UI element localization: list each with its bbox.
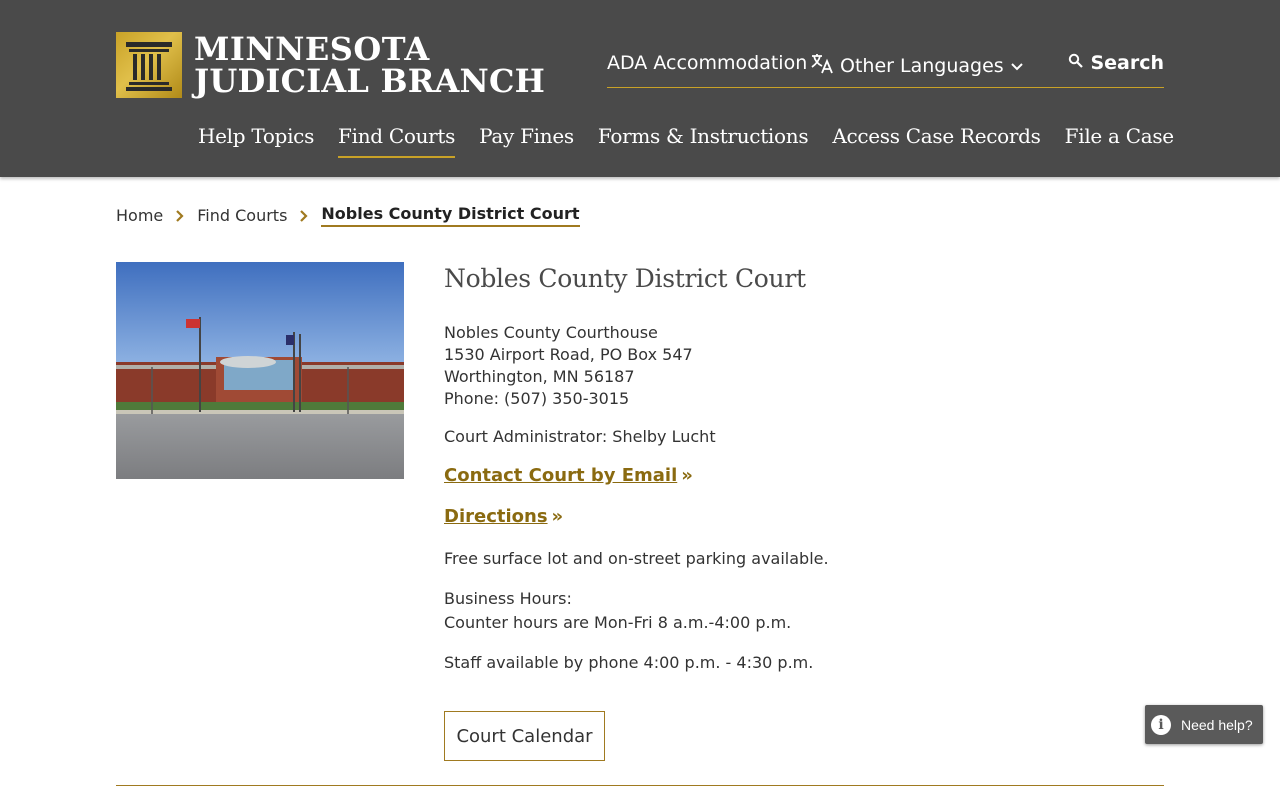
counter-hours: Counter hours are Mon-Fri 8 a.m.-4:00 p.…: [444, 613, 792, 632]
nav-help-topics[interactable]: Help Topics: [198, 124, 314, 158]
search-button[interactable]: Search: [1068, 52, 1164, 74]
court-administrator: Court Administrator: Shelby Lucht: [444, 427, 716, 446]
need-help-label: Need help?: [1181, 716, 1253, 733]
pillar-logo-icon: [116, 32, 182, 98]
staff-phone-hours: Staff available by phone 4:00 p.m. - 4:3…: [444, 653, 814, 672]
chevron-right-icon: [175, 209, 185, 223]
chevron-down-icon: [1010, 55, 1024, 77]
address-line1: Nobles County Courthouse: [444, 323, 658, 342]
nav-file-a-case[interactable]: File a Case: [1065, 124, 1174, 158]
nav-access-case-records[interactable]: Access Case Records: [832, 124, 1041, 158]
phone-number: Phone: (507) 350-3015: [444, 389, 630, 408]
raquo-glyph: »: [551, 506, 564, 527]
address-line3: Worthington, MN 56187: [444, 367, 635, 386]
ada-accommodation-label: ADA Accommodation: [607, 52, 808, 74]
directions-row: Directions»: [444, 506, 563, 527]
directions-link[interactable]: Directions: [444, 506, 548, 527]
site-header: MINNESOTA JUDICIAL BRANCH ADA Accommodat…: [0, 0, 1280, 177]
utility-nav: ADA Accommodation Other Languages Search: [607, 50, 1164, 88]
other-languages-dropdown[interactable]: Other Languages: [810, 52, 1024, 79]
main-nav: Help Topics Find Courts Pay Fines Forms …: [198, 124, 1198, 158]
other-languages-label: Other Languages: [840, 54, 1004, 77]
breadcrumb-current: Nobles County District Court: [321, 204, 580, 227]
search-label: Search: [1090, 52, 1164, 74]
nav-pay-fines[interactable]: Pay Fines: [479, 124, 574, 158]
court-address: Nobles County Courthouse 1530 Airport Ro…: [444, 322, 693, 410]
business-hours-label: Business Hours:: [444, 589, 572, 608]
logo-line1: MINNESOTA: [194, 30, 430, 68]
info-icon: i: [1151, 714, 1171, 735]
site-logo[interactable]: MINNESOTA JUDICIAL BRANCH: [116, 32, 545, 98]
divider: [116, 785, 1164, 786]
court-calendar-button[interactable]: Court Calendar: [444, 711, 605, 761]
nav-forms-instructions[interactable]: Forms & Instructions: [598, 124, 809, 158]
ada-accommodation-link[interactable]: ADA Accommodation: [607, 52, 807, 74]
translate-icon: [810, 52, 834, 79]
breadcrumb: Home Find Courts Nobles County District …: [116, 204, 580, 227]
raquo-glyph: »: [681, 465, 693, 486]
address-line2: 1530 Airport Road, PO Box 547: [444, 345, 693, 364]
contact-email-row: Contact Court by Email»: [444, 465, 693, 486]
nav-find-courts[interactable]: Find Courts: [338, 124, 455, 158]
courthouse-photo: [116, 262, 404, 479]
contact-court-email-link[interactable]: Contact Court by Email: [444, 465, 677, 486]
search-icon: [1068, 52, 1084, 74]
need-help-widget[interactable]: i Need help?: [1145, 705, 1263, 744]
chevron-right-icon: [299, 209, 309, 223]
logo-text: MINNESOTA JUDICIAL BRANCH: [194, 33, 545, 97]
breadcrumb-find-courts[interactable]: Find Courts: [197, 206, 287, 225]
page-title: Nobles County District Court: [444, 264, 806, 293]
breadcrumb-home[interactable]: Home: [116, 206, 163, 225]
logo-line2: JUDICIAL BRANCH: [194, 62, 546, 100]
parking-info: Free surface lot and on-street parking a…: [444, 549, 829, 568]
